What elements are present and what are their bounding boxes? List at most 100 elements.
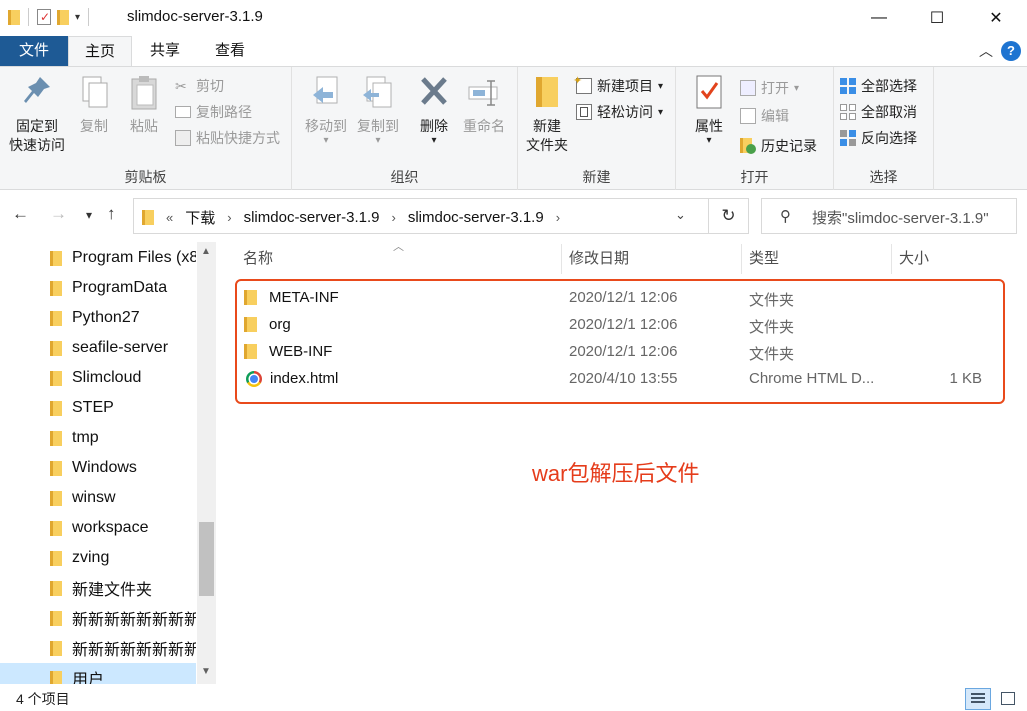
nav-item[interactable]: Program Files (x86) xyxy=(0,243,196,273)
tab-share[interactable]: 共享 xyxy=(134,36,196,66)
details-view-button[interactable] xyxy=(965,688,991,710)
tab-view[interactable]: 查看 xyxy=(198,36,262,66)
folder-icon xyxy=(50,640,62,656)
address-bar[interactable]: « 下载 › slimdoc-server-3.1.9 › slimdoc-se… xyxy=(133,198,709,234)
nav-item[interactable]: 新新新新新新新新新 xyxy=(0,603,196,633)
search-input[interactable]: 搜索"slimdoc-server-3.1.9" xyxy=(812,207,989,228)
nav-item[interactable]: tmp xyxy=(0,423,196,453)
nav-item[interactable]: Windows xyxy=(0,453,196,483)
recent-locations-chevron-icon[interactable]: ▾ xyxy=(86,208,92,222)
organize-group: 移动到 ▾ 复制到 ▾ 删除 ▾ 重命名 组织 xyxy=(292,67,518,191)
folder-icon xyxy=(50,370,62,386)
move-to-button[interactable]: 移动到 ▾ xyxy=(302,73,350,146)
column-header-type[interactable]: 类型 xyxy=(749,244,779,274)
scroll-down-icon[interactable]: ▼ xyxy=(201,666,211,677)
status-bar: 4 个项目 xyxy=(0,684,1027,711)
nav-item[interactable]: 新新新新新新新新新 xyxy=(0,633,196,663)
column-header-name[interactable]: 名称 xyxy=(243,244,273,274)
new-group-label: 新建 xyxy=(582,169,611,185)
new-item-button[interactable]: ✦ 新建项目 ▾ xyxy=(573,75,663,97)
forward-arrow-icon[interactable]: → xyxy=(50,204,67,224)
breadcrumb-chevron-icon[interactable]: › xyxy=(227,210,231,225)
folder-icon xyxy=(50,490,62,506)
invert-selection-button[interactable]: 反向选择 xyxy=(840,127,917,149)
organize-group-label: 组织 xyxy=(390,169,419,185)
customize-toolbar-chevron-icon[interactable]: ▾ xyxy=(75,12,80,23)
nav-item[interactable]: seafile-server xyxy=(0,333,196,363)
clipboard-group-label: 剪贴板 xyxy=(124,169,167,185)
search-box[interactable]: ⚲ 搜索"slimdoc-server-3.1.9" xyxy=(761,198,1017,234)
scissors-icon: ✂ xyxy=(175,78,187,94)
nav-item[interactable]: STEP xyxy=(0,393,196,423)
paste-button[interactable]: 粘贴 xyxy=(124,73,164,136)
properties-check-icon[interactable]: ✓ xyxy=(37,9,51,25)
nav-item[interactable]: workspace xyxy=(0,513,196,543)
pin-quick-access-button[interactable]: 固定到 快速访问 xyxy=(4,73,70,155)
column-header-size[interactable]: 大小 xyxy=(899,244,929,274)
paste-shortcut-button[interactable]: 粘贴快捷方式 xyxy=(175,127,280,149)
tab-file[interactable]: 文件 xyxy=(0,36,68,66)
copy-button[interactable]: 复制 xyxy=(74,73,114,136)
easy-access-icon xyxy=(576,104,592,120)
breadcrumb-chevron-icon[interactable]: › xyxy=(556,210,560,225)
rename-button[interactable]: 重命名 xyxy=(458,73,510,136)
breadcrumb-item[interactable]: slimdoc-server-3.1.9 xyxy=(244,209,380,226)
collapse-ribbon-icon[interactable]: ︿ xyxy=(979,41,993,61)
nav-item[interactable]: 用户 xyxy=(0,663,196,684)
breadcrumb-item[interactable]: slimdoc-server-3.1.9 xyxy=(408,209,544,226)
copy-icon xyxy=(77,73,111,111)
copy-path-button[interactable]: 复制路径 xyxy=(175,101,252,123)
navigation-scrollbar[interactable]: ▲ ▼ xyxy=(197,242,216,684)
new-group: 新建 文件夹 ✦ 新建项目 ▾ 轻松访问 ▾ 新建 xyxy=(518,67,676,191)
select-all-button[interactable]: 全部选择 xyxy=(840,75,917,97)
minimize-button[interactable]: — xyxy=(850,0,908,36)
up-arrow-icon[interactable]: ↑ xyxy=(107,204,116,224)
nav-item[interactable]: 新建文件夹 xyxy=(0,573,196,603)
nav-item[interactable]: Slimcloud xyxy=(0,363,196,393)
folder-icon xyxy=(50,250,62,266)
nav-item[interactable]: Python27 xyxy=(0,303,196,333)
delete-button[interactable]: 删除 ▾ xyxy=(414,73,454,146)
select-group: 全部选择 全部取消 反向选择 选择 xyxy=(834,67,934,191)
folder-icon xyxy=(50,580,62,596)
select-none-button[interactable]: 全部取消 xyxy=(840,101,917,123)
edit-button[interactable]: 编辑 xyxy=(740,105,789,127)
pin-icon xyxy=(20,73,54,111)
folder-icon xyxy=(8,9,20,25)
navigation-pane: Program Files (x86) ProgramData Python27… xyxy=(0,242,216,684)
easy-access-button[interactable]: 轻松访问 ▾ xyxy=(576,101,663,123)
sort-ascending-icon: ︿ xyxy=(393,241,404,253)
refresh-button[interactable]: ↻ xyxy=(709,198,749,234)
clipboard-group: 固定到 快速访问 复制 粘贴 ✂ 剪切 复制路径 粘贴快捷方式 剪贴板 xyxy=(0,67,292,191)
new-folder-icon[interactable] xyxy=(57,9,69,25)
history-button[interactable]: 历史记录 xyxy=(740,135,817,157)
nav-item[interactable]: winsw xyxy=(0,483,196,513)
copy-path-icon xyxy=(175,106,191,118)
folder-icon xyxy=(50,610,62,626)
breadcrumb-item[interactable]: 下载 xyxy=(185,207,215,228)
details-view-icon xyxy=(971,693,985,705)
select-group-label: 选择 xyxy=(869,169,898,185)
copy-to-button[interactable]: 复制到 ▾ xyxy=(354,73,402,146)
help-icon[interactable]: ? xyxy=(1001,41,1021,61)
nav-item[interactable]: zving xyxy=(0,543,196,573)
cut-button[interactable]: ✂ 剪切 xyxy=(175,75,224,97)
folder-icon xyxy=(50,280,62,296)
edit-icon xyxy=(740,108,756,124)
new-folder-button[interactable]: 新建 文件夹 xyxy=(522,73,572,155)
nav-item[interactable]: ProgramData xyxy=(0,273,196,303)
back-arrow-icon[interactable]: ← xyxy=(12,204,29,224)
folder-icon xyxy=(50,550,62,566)
tab-home[interactable]: 主页 xyxy=(68,36,132,66)
large-icons-view-button[interactable] xyxy=(995,688,1021,710)
column-header-date[interactable]: 修改日期 xyxy=(569,244,629,274)
close-button[interactable]: ✕ xyxy=(967,0,1025,36)
maximize-button[interactable]: ☐ xyxy=(908,0,966,36)
breadcrumb-chevron-icon[interactable]: › xyxy=(391,210,395,225)
open-button[interactable]: 打开 ▾ xyxy=(740,77,799,99)
address-dropdown-chevron-icon[interactable]: ⌄ xyxy=(675,207,686,223)
properties-button[interactable]: 属性 ▾ xyxy=(690,73,728,146)
scrollbar-thumb[interactable] xyxy=(199,522,214,596)
scroll-up-icon[interactable]: ▲ xyxy=(201,246,211,257)
breadcrumb-overflow[interactable]: « xyxy=(166,210,173,225)
